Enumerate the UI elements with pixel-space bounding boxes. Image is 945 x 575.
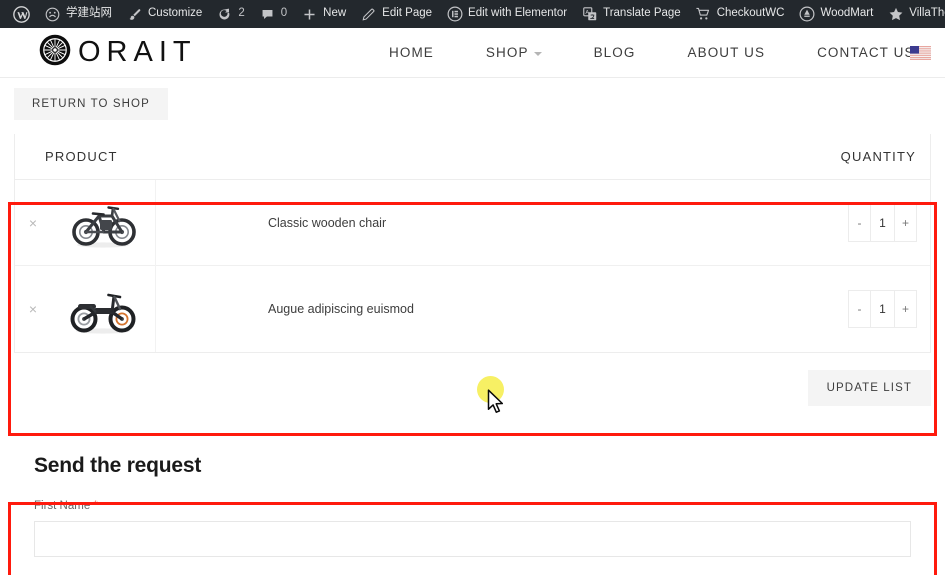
- adminbar-updates[interactable]: 2: [209, 0, 251, 28]
- adminbar-updates-count: 2: [238, 8, 244, 20]
- nav-item-shop[interactable]: SHOP: [460, 45, 568, 60]
- plus-icon: [301, 6, 318, 23]
- chevron-down-icon: [534, 52, 542, 56]
- main-navigation: HOME SHOP BLOG ABOUT US CONTACT US: [363, 45, 941, 60]
- nav-item-contact-us-label: CONTACT US: [817, 45, 915, 60]
- adminbar-wp-logo[interactable]: [6, 0, 37, 28]
- cart-icon: [695, 6, 712, 23]
- quantity-stepper: - 1 +: [848, 204, 930, 242]
- dashboard-icon: [44, 6, 61, 23]
- required-marker: *: [93, 500, 97, 512]
- send-request-form: Send the request First Name *: [14, 428, 931, 557]
- table-row: ×: [15, 180, 930, 266]
- updates-icon: [216, 6, 233, 23]
- adminbar-woodmart[interactable]: WoodMart: [791, 0, 880, 28]
- quantity-stepper: - 1 +: [848, 290, 930, 328]
- quantity-increase-button[interactable]: +: [894, 204, 917, 242]
- cart-table-header: PRODUCT QUANTITY: [15, 134, 930, 180]
- nav-item-shop-label: SHOP: [486, 45, 529, 60]
- column-header-product: PRODUCT: [15, 149, 118, 164]
- update-list-button[interactable]: UPDATE LIST: [808, 370, 931, 406]
- adminbar-woodmart-label: WoodMart: [820, 8, 873, 20]
- first-name-input[interactable]: [34, 521, 911, 557]
- site-logo[interactable]: ORAIT: [38, 33, 197, 72]
- remove-item-button[interactable]: ×: [15, 301, 51, 317]
- adminbar-edit-elementor-label: Edit with Elementor: [468, 8, 567, 20]
- adminbar-villatheme-label: VillaTheme: [909, 8, 945, 20]
- update-list-row: UPDATE LIST: [0, 353, 945, 406]
- return-to-shop-button[interactable]: RETURN TO SHOP: [14, 88, 168, 120]
- us-flag-icon[interactable]: [910, 46, 931, 60]
- nav-item-blog[interactable]: BLOG: [568, 45, 662, 60]
- nav-item-about-us-label: ABOUT US: [688, 45, 766, 60]
- site-header: ORAIT HOME SHOP BLOG ABOUT US CONTACT US: [0, 28, 945, 78]
- translate-icon: A: [581, 6, 598, 23]
- first-name-field-group: First Name *: [14, 478, 931, 557]
- column-header-quantity: QUANTITY: [841, 149, 930, 164]
- adminbar-comments[interactable]: 0: [252, 0, 294, 28]
- table-row: × Augue: [15, 266, 930, 352]
- brush-icon: [126, 6, 143, 23]
- form-title: Send the request: [14, 428, 931, 478]
- wheel-spokes-icon: [38, 33, 72, 72]
- adminbar-villatheme[interactable]: VillaTheme: [880, 0, 945, 28]
- pencil-icon: [360, 6, 377, 23]
- adminbar-customize[interactable]: Customize: [119, 0, 209, 28]
- moped-ebike-thumbnail: [66, 282, 140, 336]
- nav-item-blog-label: BLOG: [594, 45, 636, 60]
- cart-table: PRODUCT QUANTITY ×: [14, 134, 931, 353]
- adminbar-edit-page-label: Edit Page: [382, 8, 432, 20]
- site-logo-text: ORAIT: [78, 36, 197, 69]
- product-thumbnail[interactable]: [51, 266, 156, 352]
- adminbar-comments-count: 0: [281, 8, 287, 20]
- adminbar-checkoutwc[interactable]: CheckoutWC: [688, 0, 792, 28]
- return-to-shop-row: RETURN TO SHOP: [0, 78, 945, 128]
- mouse-cursor-icon: [487, 389, 506, 420]
- elementor-icon: [446, 6, 463, 23]
- quantity-decrease-button[interactable]: -: [848, 290, 871, 328]
- adminbar-new[interactable]: New: [294, 0, 353, 28]
- adminbar-customize-label: Customize: [148, 8, 202, 20]
- product-thumbnail[interactable]: [51, 180, 156, 266]
- product-name[interactable]: Augue adipiscing euismod: [156, 302, 414, 316]
- quantity-input[interactable]: 1: [871, 290, 894, 328]
- first-name-label: First Name *: [34, 500, 911, 512]
- wordpress-logo-icon: [13, 6, 30, 23]
- mountain-ebike-thumbnail: [67, 196, 139, 250]
- adminbar-translate-page-label: Translate Page: [603, 8, 681, 20]
- adminbar-edit-elementor[interactable]: Edit with Elementor: [439, 0, 574, 28]
- quantity-decrease-button[interactable]: -: [848, 204, 871, 242]
- nav-item-home[interactable]: HOME: [363, 45, 460, 60]
- woodmart-icon: [798, 6, 815, 23]
- first-name-label-text: First Name: [34, 500, 90, 512]
- adminbar-site-name-label: 学建站网: [66, 8, 112, 20]
- page-content: RETURN TO SHOP PRODUCT QUANTITY ×: [0, 78, 945, 557]
- adminbar-translate-page[interactable]: A Translate Page: [574, 0, 688, 28]
- nav-item-about-us[interactable]: ABOUT US: [662, 45, 792, 60]
- quantity-increase-button[interactable]: +: [894, 290, 917, 328]
- remove-item-button[interactable]: ×: [15, 215, 51, 231]
- nav-item-home-label: HOME: [389, 45, 434, 60]
- comment-bubble-icon: [259, 6, 276, 23]
- adminbar-edit-page[interactable]: Edit Page: [353, 0, 439, 28]
- adminbar-new-label: New: [323, 8, 346, 20]
- adminbar-site-name[interactable]: 学建站网: [37, 0, 119, 28]
- star-icon: [887, 6, 904, 23]
- wp-admin-bar: 学建站网 Customize 2 0 New Edit Page: [0, 0, 945, 28]
- product-name[interactable]: Classic wooden chair: [156, 216, 386, 230]
- quantity-input[interactable]: 1: [871, 204, 894, 242]
- adminbar-checkoutwc-label: CheckoutWC: [717, 8, 785, 20]
